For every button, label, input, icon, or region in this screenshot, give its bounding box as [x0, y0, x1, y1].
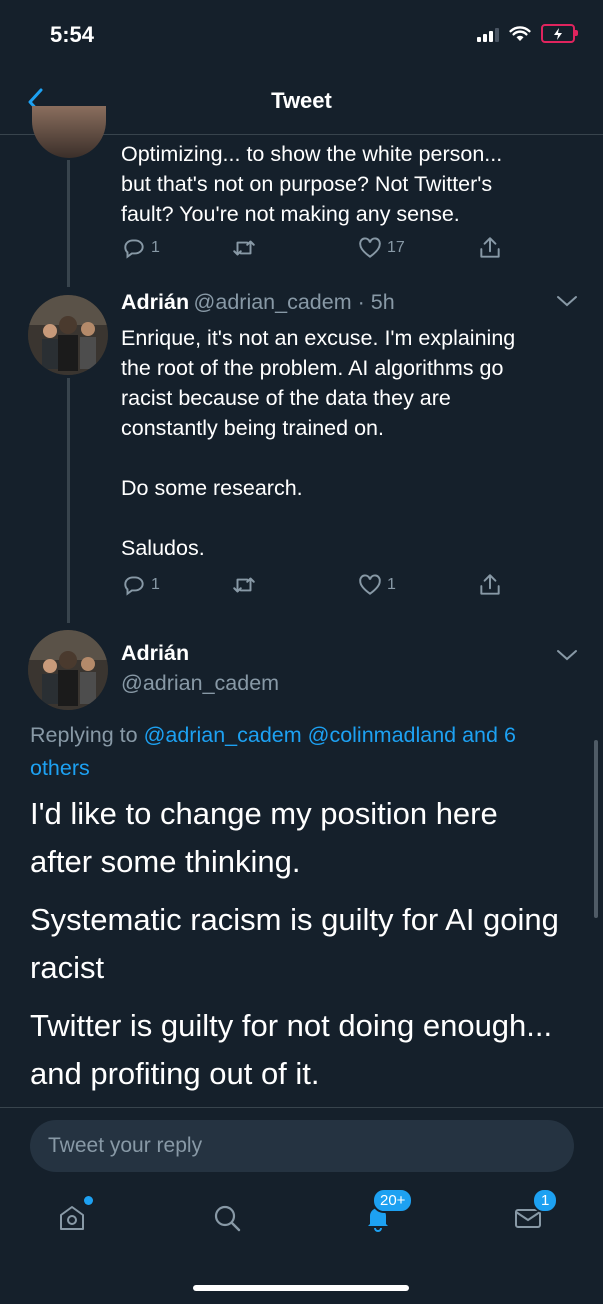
- heart-icon: [359, 574, 381, 595]
- tab-home[interactable]: [50, 1196, 94, 1240]
- avatar-photo: [28, 630, 108, 710]
- tweet-text-line: the root of the problem. AI algorithms g…: [121, 356, 504, 380]
- reply-button[interactable]: 1: [121, 572, 160, 598]
- reply-count: 1: [151, 576, 160, 593]
- replying-to-others[interactable]: others: [30, 752, 575, 785]
- battery-icon: [541, 24, 578, 43]
- share-button[interactable]: [477, 235, 503, 261]
- notifications-badge: 20+: [372, 1188, 414, 1213]
- replying-to-handles[interactable]: @adrian_cadem @colinmadland and 6: [144, 723, 516, 747]
- retweet-button[interactable]: [231, 572, 257, 598]
- handle[interactable]: @adrian_cadem: [121, 671, 279, 696]
- tweet-text-line: I'd like to change my position here: [30, 796, 498, 831]
- tweet-text-line: Do some research.: [121, 476, 303, 500]
- handle-and-time: @adrian_cadem · 5h: [193, 290, 395, 314]
- share-icon: [480, 574, 500, 595]
- search-icon: [214, 1205, 241, 1232]
- retweet-button[interactable]: [231, 235, 257, 261]
- new-content-dot: [84, 1196, 93, 1205]
- avatar[interactable]: [28, 295, 108, 375]
- tweet-actions: 1 1: [121, 572, 511, 602]
- reply-icon: [124, 576, 144, 596]
- scrollbar[interactable]: [594, 740, 598, 918]
- tweet-header: Adrián @adrian_cadem · 5h: [121, 290, 395, 315]
- main-tweet-text: I'd like to change my position here afte…: [30, 790, 590, 1098]
- reply-input[interactable]: [30, 1120, 574, 1172]
- tweet-text-line: Saludos.: [121, 536, 205, 560]
- tweet-text-line: Enrique, it's not an excuse. I'm explain…: [121, 326, 516, 350]
- tweet-text-line: after some thinking.: [30, 844, 301, 879]
- share-icon: [480, 237, 500, 258]
- retweet-icon: [233, 577, 255, 593]
- status-icons: [477, 24, 578, 43]
- replying-to: Replying to @adrian_cadem @colinmadland …: [30, 719, 575, 785]
- reply-icon: [124, 239, 144, 259]
- tweet-menu-button[interactable]: [556, 648, 578, 667]
- tweet-body: Optimizing... to show the white person..…: [121, 139, 581, 229]
- thread-line: [67, 378, 70, 623]
- tweet-text-line: racist because of the data they are: [121, 386, 451, 410]
- avatar[interactable]: [28, 630, 108, 710]
- tweet-body: Enrique, it's not an excuse. I'm explain…: [121, 323, 591, 563]
- tweet-paragraph: Twitter is guilty for not doing enough..…: [30, 1002, 590, 1098]
- tweet-text-line: fault? You're not making any sense.: [121, 202, 460, 226]
- home-icon: [60, 1206, 84, 1230]
- retweet-icon: [233, 240, 255, 256]
- replying-to-label: Replying to: [30, 723, 138, 747]
- avatar[interactable]: [32, 106, 106, 158]
- avatar-photo: [28, 295, 108, 375]
- tweet-paragraph: Systematic racism is guilty for AI going…: [30, 896, 590, 992]
- tab-notifications[interactable]: 20+: [356, 1188, 414, 1240]
- like-button[interactable]: 17: [357, 235, 405, 261]
- tweet-menu-button[interactable]: [556, 294, 578, 313]
- messages-badge: 1: [532, 1188, 559, 1213]
- reply-count: 1: [151, 239, 160, 256]
- chevron-down-icon: [557, 650, 577, 661]
- home-indicator[interactable]: [193, 1285, 409, 1291]
- cellular-signal-icon: [477, 26, 499, 42]
- display-name[interactable]: Adrián: [121, 641, 189, 666]
- tweet-text-line: but that's not on purpose? Not Twitter's: [121, 172, 493, 196]
- wifi-icon: [509, 26, 531, 41]
- tweet-text-line: Systematic racism is guilty for AI going: [30, 902, 559, 937]
- tweet-actions: 1 17: [121, 235, 511, 265]
- reply-button[interactable]: 1: [121, 235, 160, 261]
- tweet-text-line: Twitter is guilty for not doing enough..…: [30, 1008, 553, 1043]
- status-time: 5:54: [50, 22, 95, 47]
- display-name[interactable]: Adrián: [121, 290, 189, 314]
- composer-divider: [0, 1107, 603, 1108]
- tweet-text-line: Optimizing... to show the white person..…: [121, 142, 503, 166]
- heart-icon: [359, 237, 381, 258]
- chevron-down-icon: [557, 296, 577, 307]
- tab-search[interactable]: [205, 1196, 249, 1240]
- like-count: 1: [387, 576, 396, 593]
- thread-line: [67, 160, 70, 287]
- like-button[interactable]: 1: [357, 572, 396, 598]
- tweet-text-line: constantly being trained on.: [121, 416, 384, 440]
- tab-messages[interactable]: 1: [506, 1188, 559, 1240]
- tweet-text-line: racist: [30, 950, 105, 985]
- tweet-paragraph: I'd like to change my position here afte…: [30, 790, 590, 886]
- like-count: 17: [387, 239, 405, 256]
- tweet-text-line: and profiting out of it.: [30, 1056, 320, 1091]
- share-button[interactable]: [477, 572, 503, 598]
